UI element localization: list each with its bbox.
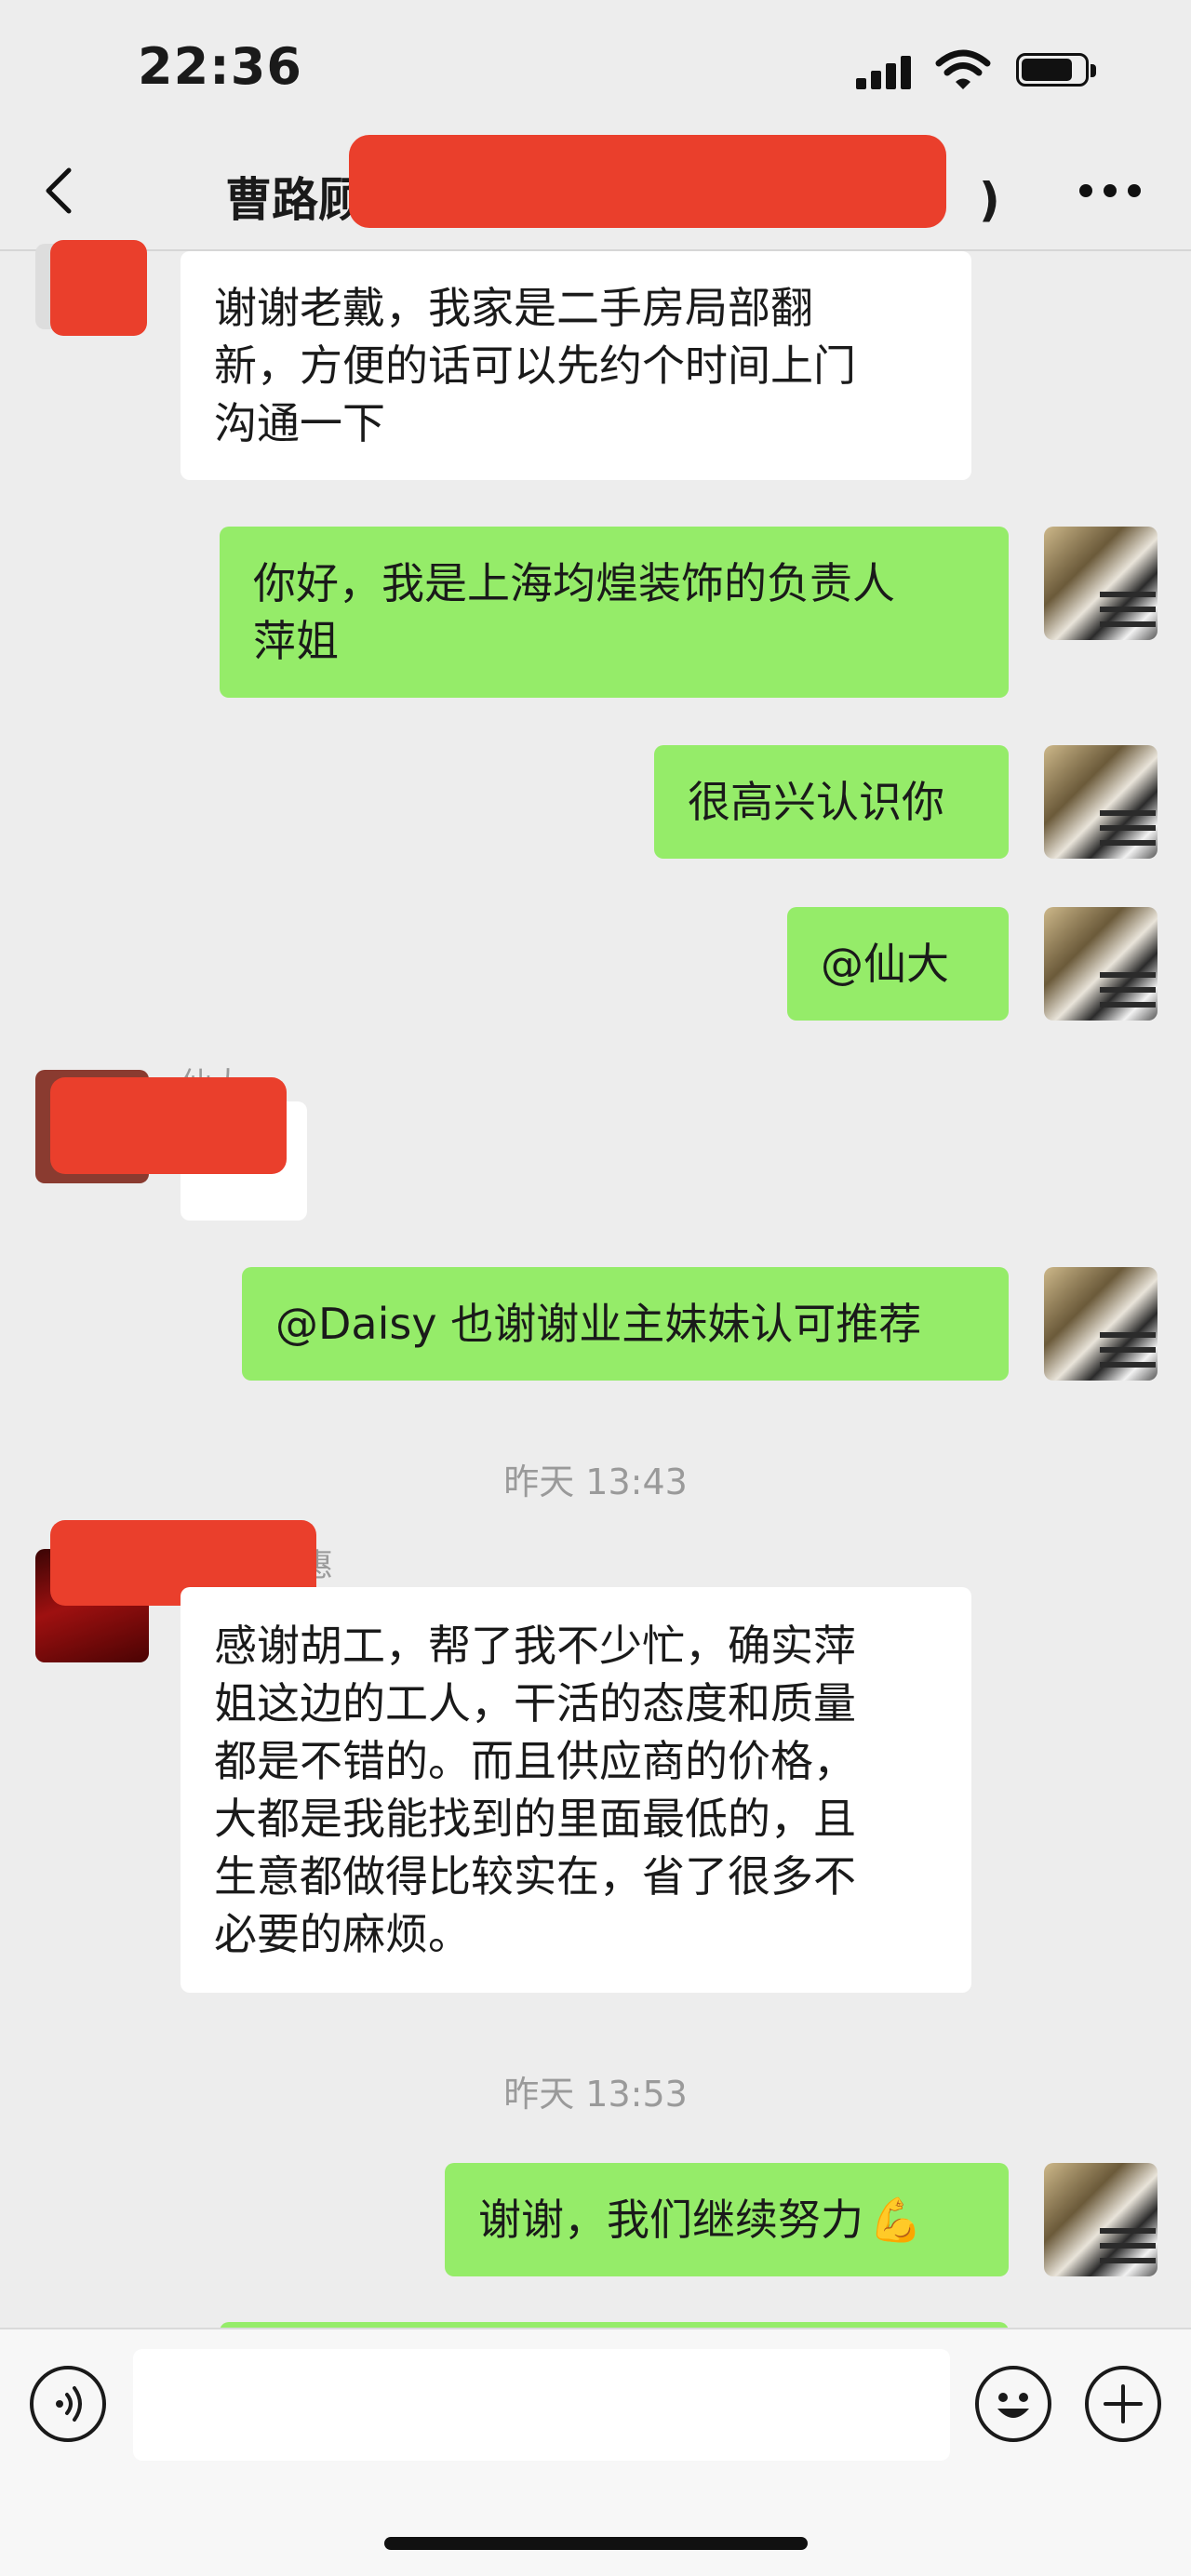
redaction-mask <box>50 240 147 336</box>
avatar[interactable] <box>1044 745 1158 859</box>
message-bubble[interactable]: @Daisy 也谢谢业主妹妹认可推荐 <box>242 1267 1009 1381</box>
wifi-icon <box>935 48 991 91</box>
avatar[interactable] <box>1044 1267 1158 1381</box>
redaction-mask <box>349 135 946 228</box>
flexed-biceps-emoji: 💪 <box>869 2195 923 2245</box>
home-indicator <box>384 2537 808 2550</box>
avatar[interactable] <box>1044 2163 1158 2276</box>
message-bubble[interactable]: 很高兴认识你 <box>654 745 1009 859</box>
message-bubble[interactable]: 谢谢老戴，我家是二手房局部翻 新，方便的话可以先约个时间上门 沟通一下 <box>181 251 971 480</box>
status-time: 22:36 <box>138 37 302 96</box>
message-text: 谢谢，我们继续努力 <box>478 2195 863 2245</box>
message-timestamp: 昨天 13:43 <box>503 1462 688 1502</box>
message-bubble[interactable]: 谢谢，我们继续努力 💪 <box>445 2163 1009 2276</box>
plus-icon[interactable] <box>1085 2366 1161 2442</box>
redaction-mask <box>50 1077 287 1174</box>
more-dots-icon[interactable] <box>1079 177 1144 205</box>
message-timestamp: 昨天 13:53 <box>503 2074 688 2115</box>
voice-icon[interactable] <box>30 2366 106 2442</box>
chevron-left-icon[interactable] <box>37 163 84 219</box>
avatar[interactable] <box>1044 527 1158 640</box>
cellular-signal-icon <box>856 52 921 89</box>
avatar[interactable] <box>1044 907 1158 1021</box>
emoji-icon[interactable] <box>975 2366 1051 2442</box>
battery-icon <box>1016 53 1100 88</box>
message-bubble[interactable]: @仙大 <box>787 907 1009 1021</box>
chat-title-suffix: ) <box>979 173 1000 227</box>
message-bubble[interactable]: 你好，我是上海均煌装饰的负责人 萍姐 <box>220 527 1009 698</box>
message-input[interactable] <box>133 2349 950 2461</box>
message-bubble[interactable]: 感谢胡工，帮了我不少忙，确实萍 姐这边的工人，干活的态度和质量 都是不错的。而且… <box>181 1587 971 1993</box>
chat-title-prefix: 曹路顾 <box>225 173 365 227</box>
